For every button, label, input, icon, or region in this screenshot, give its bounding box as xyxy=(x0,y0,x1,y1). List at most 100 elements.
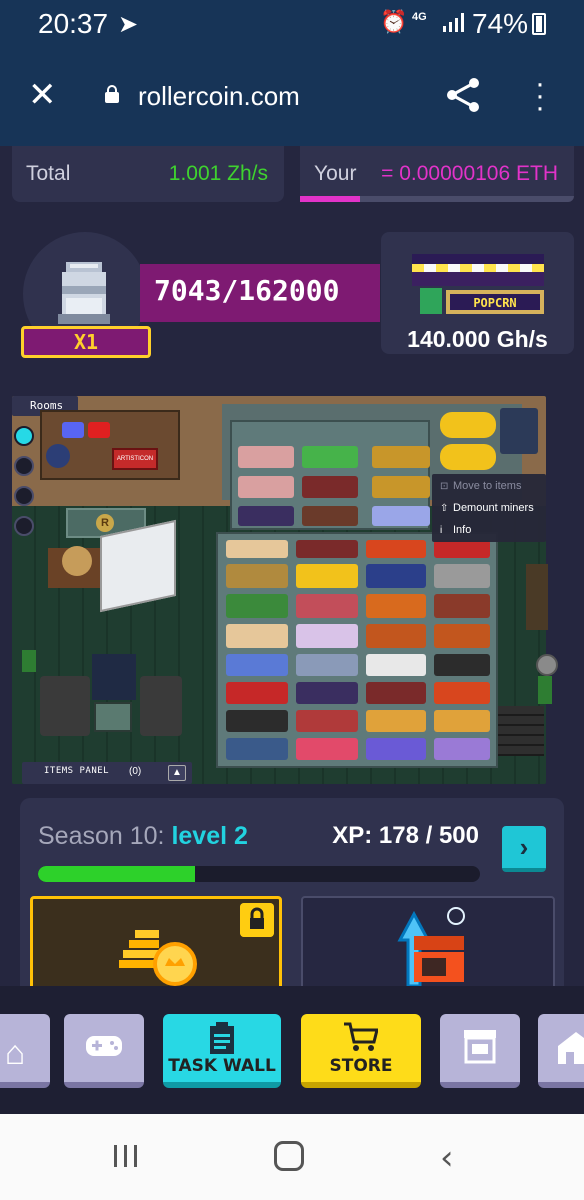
avatar[interactable] xyxy=(58,262,116,324)
gamepad-icon xyxy=(86,1036,122,1056)
miner-slot[interactable] xyxy=(434,564,490,588)
close-icon[interactable]: ✕ xyxy=(28,78,57,112)
move-icon: ⊡ xyxy=(440,481,449,492)
miner-slot[interactable] xyxy=(372,506,430,526)
back-icon[interactable]: ‹ xyxy=(440,1138,454,1178)
miner-slot[interactable] xyxy=(296,540,358,558)
season-level: level 2 xyxy=(171,822,248,850)
your-reward-card: Your = 0.00000106 ETH xyxy=(300,146,574,202)
miner-slot[interactable] xyxy=(296,738,358,760)
left-sofa xyxy=(40,676,90,736)
miner-slot[interactable] xyxy=(372,476,430,498)
total-label: Total xyxy=(26,162,71,185)
chevron-right-icon[interactable]: › xyxy=(502,826,546,872)
right-sofa xyxy=(140,676,182,736)
chevron-up-icon[interactable]: ▲ xyxy=(168,765,186,781)
room-selector-2[interactable] xyxy=(14,456,34,476)
miner-slot[interactable] xyxy=(238,476,294,498)
miner-slot[interactable] xyxy=(434,682,490,704)
desas-poster xyxy=(500,408,538,454)
character-at-desk xyxy=(62,546,92,576)
miner-slot[interactable] xyxy=(434,738,490,760)
items-panel-count: (0) xyxy=(129,766,142,777)
miner-slot[interactable] xyxy=(302,506,358,526)
season-label: Season 10: level 2 xyxy=(38,822,248,850)
recent-apps-icon[interactable] xyxy=(112,1143,140,1169)
miner-slot[interactable] xyxy=(226,738,288,760)
miner-slot[interactable] xyxy=(226,654,288,676)
staircase xyxy=(498,706,544,756)
context-move-to-items[interactable]: ⊡ Move to items xyxy=(440,480,521,492)
total-value: 1.001 Zh/s xyxy=(168,162,268,185)
network-type: 4G xyxy=(412,11,427,23)
room-selector-1[interactable] xyxy=(14,426,34,446)
miner-slot[interactable] xyxy=(440,412,496,438)
miner-slot[interactable] xyxy=(226,594,288,618)
reward-progress-fill xyxy=(300,196,360,202)
lock-icon xyxy=(240,903,274,937)
plant-left xyxy=(22,650,36,672)
miner-slot[interactable] xyxy=(296,654,358,676)
miner-slot[interactable] xyxy=(226,540,288,558)
items-panel-label: Items panel xyxy=(44,766,110,776)
more-vert-icon[interactable]: · · · xyxy=(528,69,552,123)
status-time: 20:37 xyxy=(38,8,109,39)
miner-slot[interactable] xyxy=(296,624,358,648)
miner-slot[interactable] xyxy=(366,738,426,760)
computer-monitor[interactable] xyxy=(100,519,176,613)
your-value: = 0.00000106 ETH xyxy=(381,162,558,185)
home-button-icon[interactable] xyxy=(274,1141,304,1171)
miner-slot[interactable] xyxy=(366,594,426,618)
battery-percent: 74% xyxy=(472,8,529,39)
signal-icon xyxy=(443,13,464,32)
miner-slot[interactable] xyxy=(434,594,490,618)
shop-icon xyxy=(464,1030,496,1064)
power-boost-icon xyxy=(397,907,465,988)
miner-slot[interactable] xyxy=(366,682,426,704)
battery-icon xyxy=(532,13,546,35)
miner-slot[interactable] xyxy=(434,540,490,558)
room-selector-4[interactable] xyxy=(14,516,34,536)
room-selector-3[interactable] xyxy=(14,486,34,506)
season-xp: XP: 178 / 500 xyxy=(332,822,479,849)
mascot-figure xyxy=(46,444,70,468)
url-bar[interactable]: rollercoin.com xyxy=(138,81,300,112)
miner-slot[interactable] xyxy=(296,682,358,704)
alarm-icon: ⏰ xyxy=(380,9,408,34)
miner-slot[interactable] xyxy=(226,624,288,648)
coffee-table xyxy=(94,702,132,732)
context-demount-miners[interactable]: ⇧ Demount miners xyxy=(440,502,534,514)
miner-slot[interactable] xyxy=(440,444,496,470)
miner-slot[interactable] xyxy=(366,540,426,558)
browser-chrome: 20:37 ➤ ⏰ 4G 74% ✕ rollercoin.com · · · xyxy=(0,0,584,146)
miner-slot[interactable] xyxy=(366,710,426,732)
youtube-icon xyxy=(88,422,110,438)
miner-slot[interactable] xyxy=(366,654,426,676)
miner-slot[interactable] xyxy=(434,624,490,648)
miner-slot[interactable] xyxy=(226,682,288,704)
miner-slot[interactable] xyxy=(296,594,358,618)
miner-slot[interactable] xyxy=(434,710,490,732)
miner-slot[interactable] xyxy=(296,710,358,732)
miner-slot[interactable] xyxy=(366,624,426,648)
your-label: Your xyxy=(314,162,357,185)
miner-slot[interactable] xyxy=(302,446,358,468)
miner-slot[interactable] xyxy=(434,654,490,676)
cart-icon xyxy=(344,1022,378,1051)
xp-progress-track xyxy=(38,866,480,882)
store-label: STORE xyxy=(329,1056,393,1076)
miner-slot[interactable] xyxy=(238,446,294,468)
rollercoin-logo-icon: R xyxy=(96,514,114,532)
miner-slot[interactable] xyxy=(366,564,426,588)
miner-slot[interactable] xyxy=(372,446,430,468)
info-icon: i xyxy=(440,525,443,536)
miner-slot[interactable] xyxy=(296,564,358,588)
miner-slot[interactable] xyxy=(226,564,288,588)
miner-slot[interactable] xyxy=(226,710,288,732)
context-info[interactable]: i Info xyxy=(440,524,471,536)
miner-slot[interactable] xyxy=(302,476,358,498)
gold-coins-icon xyxy=(119,930,197,986)
miner-name: POPCRN xyxy=(473,296,516,310)
miner-slot[interactable] xyxy=(238,506,294,526)
share-icon[interactable] xyxy=(444,76,482,114)
